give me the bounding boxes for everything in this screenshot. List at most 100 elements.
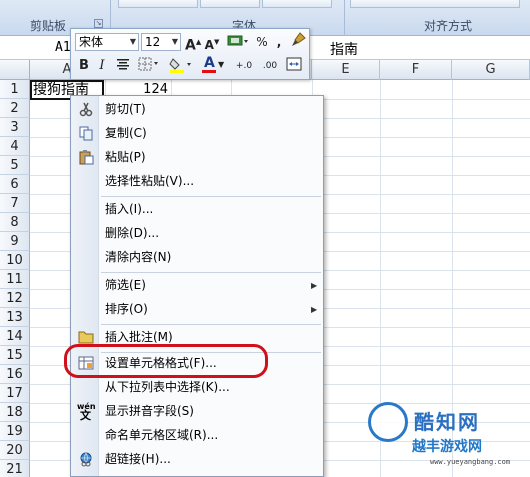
ribbon-button[interactable] — [350, 0, 520, 8]
clipboard-launcher-icon[interactable]: ↘ — [94, 19, 103, 28]
ribbon-divider — [344, 0, 345, 36]
row-header[interactable]: 8 — [0, 213, 30, 232]
ribbon-button[interactable] — [118, 0, 198, 8]
column-header[interactable]: G — [452, 60, 530, 80]
row-header[interactable]: 2 — [0, 99, 30, 118]
menu-item-label: 排序(O) — [105, 302, 148, 316]
menu-item-label: 复制(C) — [105, 126, 147, 140]
format-painter-currency-button[interactable] — [225, 33, 251, 51]
paste-icon — [77, 149, 94, 166]
row-header[interactable]: 13 — [0, 308, 30, 327]
row-header[interactable]: 5 — [0, 156, 30, 175]
row-header[interactable]: 16 — [0, 365, 30, 384]
row-header[interactable]: 6 — [0, 175, 30, 194]
format-painter-button[interactable] — [289, 32, 307, 50]
row-header[interactable]: 12 — [0, 289, 30, 308]
menu-item-label: 命名单元格区域(R)... — [105, 428, 219, 442]
percent-button[interactable]: % — [255, 33, 269, 51]
watermark-bubble-icon — [368, 402, 408, 442]
watermark-text: 越丰游戏网 — [412, 439, 482, 455]
row-header[interactable]: 21 — [0, 460, 30, 477]
highlight-annotation — [64, 344, 268, 378]
copy-icon — [77, 125, 94, 142]
row-header[interactable]: 17 — [0, 384, 30, 403]
row-header[interactable]: 4 — [0, 137, 30, 156]
row-header[interactable]: 9 — [0, 232, 30, 251]
mini-toolbar: 宋体 ▼ 12 ▼ A▲ A▼ % , B I A ▼ +.0 .00 — [70, 28, 310, 80]
menu-item-insert[interactable]: 插入(I)... — [71, 198, 323, 221]
submenu-arrow-icon: ▶ — [311, 305, 318, 314]
brush-icon — [292, 32, 306, 46]
bold-button[interactable]: B — [77, 57, 91, 75]
menu-separator — [101, 196, 321, 197]
row-header[interactable]: 7 — [0, 194, 30, 213]
font-size-value: 12 — [145, 35, 161, 49]
row-header[interactable]: 19 — [0, 422, 30, 441]
menu-item-define-name[interactable]: 命名单元格区域(R)... — [71, 424, 323, 447]
merge-cells-icon — [286, 57, 302, 71]
row-header[interactable]: 1 — [0, 80, 30, 99]
align-center-button[interactable] — [115, 57, 131, 75]
font-size-select[interactable]: 12 ▼ — [141, 33, 181, 51]
menu-item-clear-contents[interactable]: 清除内容(N) — [71, 246, 323, 269]
italic-button[interactable]: I — [95, 57, 109, 75]
row-header[interactable]: 14 — [0, 327, 30, 346]
chevron-down-icon: ▼ — [129, 37, 136, 46]
menu-item-hyperlink[interactable]: 超链接(H)... — [71, 448, 323, 471]
borders-button[interactable] — [137, 57, 161, 75]
menu-item-label: 删除(D)... — [105, 226, 160, 240]
menu-item-label: 从下拉列表中选择(K)... — [105, 380, 230, 394]
decrease-decimal-button[interactable]: .00 — [259, 57, 281, 75]
increase-decimal-button[interactable]: +.0 — [233, 57, 255, 75]
ribbon-button[interactable] — [200, 0, 260, 8]
borders-icon — [138, 57, 158, 71]
grow-font-button[interactable]: A▲ — [185, 33, 201, 54]
row-header[interactable]: 15 — [0, 346, 30, 365]
menu-item-label: 显示拼音字段(S) — [105, 404, 194, 418]
ribbon-group-alignment: 对齐方式 — [424, 19, 473, 33]
row-header[interactable]: 20 — [0, 441, 30, 460]
menu-item-cut[interactable]: 剪切(T) — [71, 98, 323, 121]
shrink-font-button[interactable]: A▼ — [204, 33, 220, 52]
menu-item-sort[interactable]: 排序(O) ▶ — [71, 298, 323, 321]
row-header[interactable]: 10 — [0, 251, 30, 270]
menu-item-delete[interactable]: 删除(D)... — [71, 222, 323, 245]
menu-item-label: 剪切(T) — [105, 102, 146, 116]
watermark-text: 酷知网 — [414, 410, 480, 434]
fill-color-button[interactable] — [169, 56, 193, 74]
row-header[interactable]: 18 — [0, 403, 30, 422]
name-box[interactable]: A1 — [55, 40, 71, 55]
column-header[interactable]: F — [380, 60, 452, 80]
menu-item-phonetic[interactable]: wén 文 显示拼音字段(S) — [71, 400, 323, 423]
ribbon-button[interactable] — [262, 0, 332, 8]
merge-center-button[interactable] — [285, 57, 303, 75]
chevron-down-icon: ▼ — [218, 60, 225, 69]
select-all-corner[interactable] — [0, 60, 30, 80]
font-name-value: 宋体 — [79, 35, 104, 49]
menu-item-label: 粘贴(P) — [105, 150, 146, 164]
font-color-bar — [202, 70, 216, 73]
comma-button[interactable]: , — [274, 33, 284, 51]
watermark-logo: 酷知网 越丰游戏网 www.yueyangbang.com — [364, 392, 530, 477]
fill-color-icon — [169, 58, 191, 73]
align-center-icon — [117, 59, 129, 70]
hyperlink-icon — [77, 451, 94, 468]
menu-item-copy[interactable]: 复制(C) — [71, 122, 323, 145]
formula-content[interactable]: 指南 — [330, 39, 358, 59]
font-color-button[interactable]: A ▼ — [201, 55, 225, 74]
menu-item-label: 选择性粘贴(V)... — [105, 174, 195, 188]
column-header[interactable]: E — [312, 60, 380, 80]
menu-item-filter[interactable]: 筛选(E) ▶ — [71, 274, 323, 297]
font-name-select[interactable]: 宋体 ▼ — [75, 33, 139, 51]
menu-item-paste-special[interactable]: 选择性粘贴(V)... — [71, 170, 323, 193]
row-header[interactable]: 3 — [0, 118, 30, 137]
row-header[interactable]: 11 — [0, 270, 30, 289]
menu-item-pick-from-list[interactable]: 从下拉列表中选择(K)... — [71, 376, 323, 399]
grow-font-icon: A — [185, 37, 196, 54]
menu-separator — [101, 324, 321, 325]
menu-separator — [101, 272, 321, 273]
ribbon-group-clipboard: 剪贴板 — [30, 19, 67, 33]
menu-item-label: 筛选(E) — [105, 278, 146, 292]
menu-item-paste[interactable]: 粘贴(P) — [71, 146, 323, 169]
scissors-icon — [77, 101, 94, 118]
